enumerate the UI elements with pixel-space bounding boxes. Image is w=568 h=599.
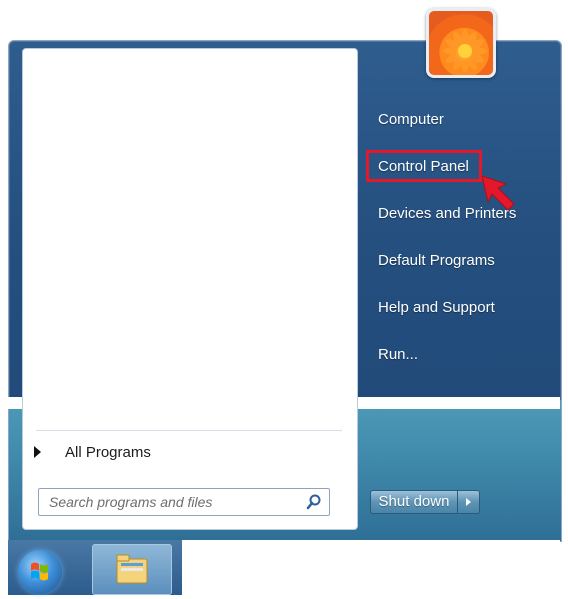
expand-arrow-icon <box>34 446 41 458</box>
folder-icon <box>116 554 148 584</box>
flower-icon <box>443 29 487 73</box>
programs-divider <box>36 430 342 431</box>
windows-logo-icon <box>31 562 48 581</box>
start-button[interactable] <box>18 550 62 594</box>
red-pointer-arrow-icon <box>481 175 515 211</box>
taskbar-explorer-button[interactable] <box>92 544 172 595</box>
default-programs-item[interactable]: Default Programs <box>378 252 495 269</box>
search-input[interactable]: Search programs and files <box>38 488 330 516</box>
shutdown-button[interactable]: Shut down <box>370 490 458 514</box>
search-icon[interactable] <box>305 493 323 511</box>
help-and-support-item[interactable]: Help and Support <box>378 299 495 316</box>
all-programs-label: All Programs <box>65 443 151 461</box>
shutdown-options-button[interactable] <box>458 490 480 514</box>
search-placeholder: Search programs and files <box>49 494 213 510</box>
computer-item[interactable]: Computer <box>378 111 444 128</box>
user-picture[interactable] <box>426 8 496 78</box>
all-programs-item[interactable]: All Programs <box>34 440 151 464</box>
control-panel-highlight <box>366 150 482 182</box>
run-item[interactable]: Run... <box>378 346 418 363</box>
